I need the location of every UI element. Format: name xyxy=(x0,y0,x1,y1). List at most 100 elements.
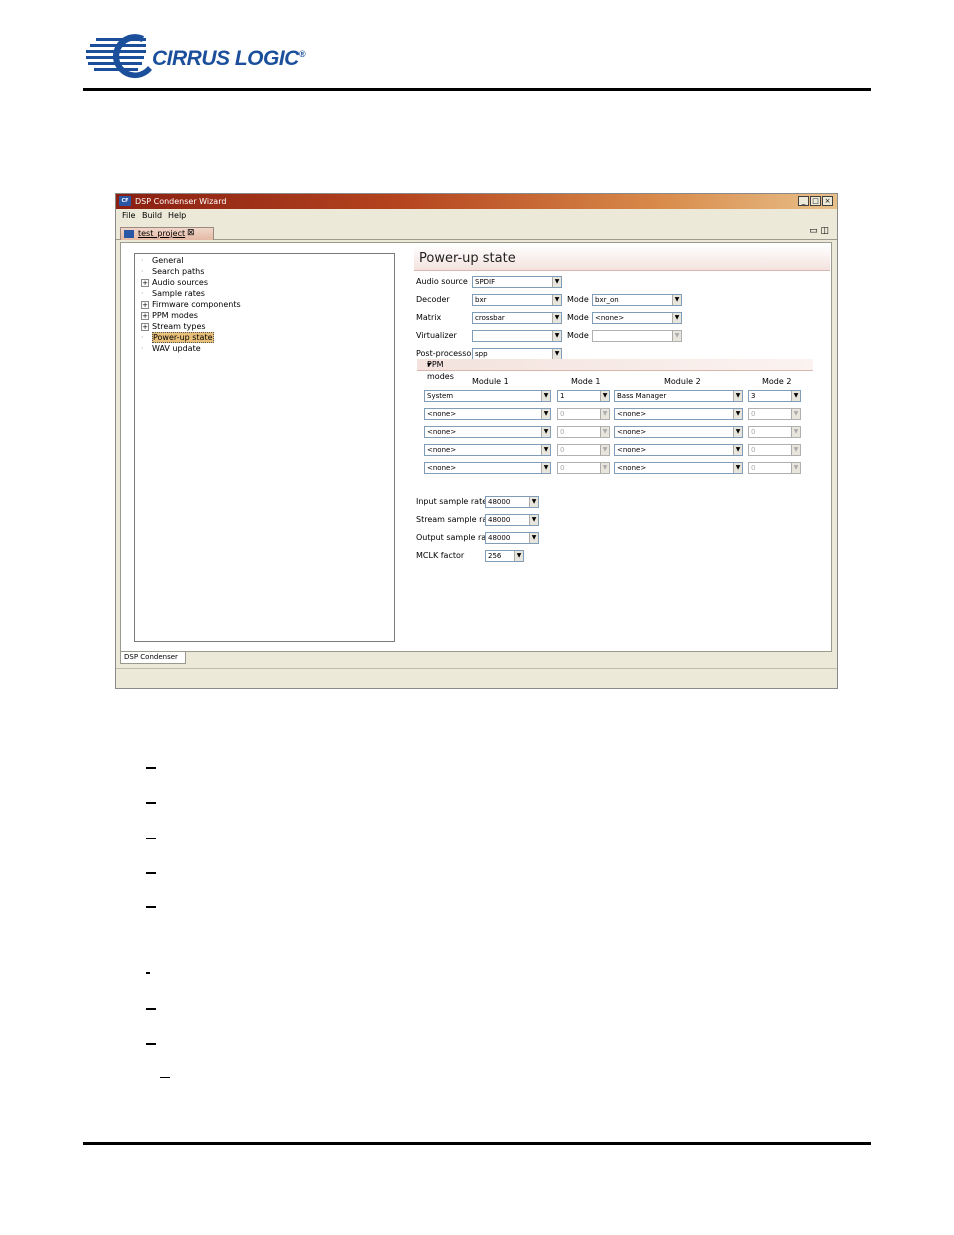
mclk-select[interactable]: 256 ▼ xyxy=(485,550,524,562)
bullet-mark xyxy=(146,802,156,804)
post-processor-label: Post-processor xyxy=(416,349,475,358)
ppm-module1-select[interactable]: <none> ▼ xyxy=(424,462,551,474)
menu-build[interactable]: Build xyxy=(142,210,162,222)
dropdown-arrow-icon: ▼ xyxy=(672,295,681,305)
ppm-mode2-select[interactable]: 0 ▼ xyxy=(748,408,801,420)
title-bar[interactable]: CF DSP Condenser Wizard _ □ × xyxy=(116,194,837,209)
ppm-mode1-select[interactable]: 0 ▼ xyxy=(557,462,610,474)
editor-tab-test-project[interactable]: test_project ⊠ xyxy=(120,227,214,240)
footer-rule xyxy=(83,1142,871,1145)
tree-item-power-up-state[interactable]: · Power-up state xyxy=(141,332,214,343)
status-bar xyxy=(116,668,837,688)
audio-source-select[interactable]: SPDIF ▼ xyxy=(472,276,562,288)
ppm-module2-select[interactable]: <none> ▼ xyxy=(614,426,743,438)
ppm-mode2-select[interactable]: 0 ▼ xyxy=(748,462,801,474)
ppm-module1-select[interactable]: <none> ▼ xyxy=(424,408,551,420)
ppm-module2-select[interactable]: <none> ▼ xyxy=(614,444,743,456)
editor-content: · General · Search paths + Audio sources · S… xyxy=(120,242,832,652)
bullet-mark xyxy=(146,872,156,874)
decoder-select[interactable]: bxr ▼ xyxy=(472,294,562,306)
logo-wordmark: CIRRUS LOGIC® xyxy=(152,47,305,70)
matrix-select[interactable]: crossbar ▼ xyxy=(472,312,562,324)
tab-close-icon[interactable]: ⊠ xyxy=(187,227,195,239)
dropdown-arrow-icon: ▼ xyxy=(552,295,561,305)
dropdown-arrow-icon: ▼ xyxy=(552,349,561,359)
dropdown-arrow-icon: ▼ xyxy=(672,331,681,341)
dropdown-arrow-icon: ▼ xyxy=(552,277,561,287)
expand-icon[interactable]: + xyxy=(141,311,149,320)
bullet-mark xyxy=(146,838,156,839)
tree-item-search-paths[interactable]: · Search paths xyxy=(141,266,204,277)
editor-tab-bar: test_project ⊠ ▭ ◫ xyxy=(116,224,837,240)
ppm-module2-select[interactable]: <none> ▼ xyxy=(614,462,743,474)
matrix-mode-label: Mode xyxy=(567,313,589,322)
maximize-icon[interactable]: □ xyxy=(810,196,821,206)
page-title: Power-up state xyxy=(419,251,516,266)
output-rate-label: Output sample rate xyxy=(416,533,495,542)
audio-source-label: Audio source xyxy=(416,277,468,286)
tree-item-stream-types[interactable]: + Stream types xyxy=(141,321,206,332)
virtualizer-label: Virtualizer xyxy=(416,331,457,340)
ppm-module2-select[interactable]: Bass Manager ▼ xyxy=(614,390,743,402)
ppm-module1-select[interactable]: System ▼ xyxy=(424,390,551,402)
ppm-mode2-select[interactable]: 0 ▼ xyxy=(748,426,801,438)
ppm-mode2-select[interactable]: 3 ▼ xyxy=(748,390,801,402)
expand-icon[interactable]: + xyxy=(141,300,149,309)
ppm-mode1-select[interactable]: 0 ▼ xyxy=(557,408,610,420)
expand-icon[interactable]: + xyxy=(141,278,149,287)
ppm-mode1-select[interactable]: 0 ▼ xyxy=(557,426,610,438)
app-icon: CF xyxy=(119,196,131,206)
dropdown-arrow-icon: ▼ xyxy=(552,331,561,341)
maximize-view-icon[interactable]: ◫ xyxy=(820,226,829,236)
editor-tab-label: test_project xyxy=(138,229,186,238)
output-rate-select[interactable]: 48000 ▼ xyxy=(485,532,539,544)
close-icon[interactable]: × xyxy=(822,196,833,206)
bullet-mark xyxy=(146,1043,156,1045)
virtualizer-mode-select[interactable]: ▼ xyxy=(592,330,682,342)
bullet-mark xyxy=(146,767,156,769)
bullet-mark xyxy=(146,906,156,908)
column-header-mode2: Mode 2 xyxy=(762,377,792,386)
tree-item-wav-update[interactable]: · WAV update xyxy=(141,343,201,354)
dropdown-arrow-icon: ▼ xyxy=(552,313,561,323)
mclk-label: MCLK factor xyxy=(416,551,465,560)
column-header-module1: Module 1 xyxy=(472,377,509,386)
matrix-mode-select[interactable]: <none> ▼ xyxy=(592,312,682,324)
app-window: CF DSP Condenser Wizard _ □ × File Build… xyxy=(115,193,838,689)
menu-bar: File Build Help xyxy=(116,210,837,222)
tree-item-audio-sources[interactable]: + Audio sources xyxy=(141,277,208,288)
input-rate-label: Input sample rate xyxy=(416,497,488,506)
tree-item-ppm-modes[interactable]: + PPM modes xyxy=(141,310,198,321)
tree-item-firmware-components[interactable]: + Firmware components xyxy=(141,299,241,310)
decoder-mode-label: Mode xyxy=(567,295,589,304)
virtualizer-mode-label: Mode xyxy=(567,331,589,340)
minimize-view-icon[interactable]: ▭ xyxy=(809,226,818,236)
window-title: DSP Condenser Wizard xyxy=(135,197,227,206)
expand-icon[interactable]: + xyxy=(141,322,149,331)
ppm-mode1-select[interactable]: 0 ▼ xyxy=(557,444,610,456)
tree-item-general[interactable]: · General xyxy=(141,255,184,266)
header-rule xyxy=(83,88,871,91)
bullet-mark xyxy=(160,1077,170,1078)
column-header-module2: Module 2 xyxy=(664,377,701,386)
menu-help[interactable]: Help xyxy=(168,210,186,222)
stream-rate-select[interactable]: 48000 ▼ xyxy=(485,514,539,526)
menu-file[interactable]: File xyxy=(122,210,135,222)
decoder-mode-select[interactable]: bxr_on ▼ xyxy=(592,294,682,306)
ppm-modes-section[interactable]: ▾ PPM modes xyxy=(417,359,813,381)
minimize-icon[interactable]: _ xyxy=(798,196,809,206)
dropdown-arrow-icon: ▼ xyxy=(672,313,681,323)
virtualizer-select[interactable]: ▼ xyxy=(472,330,562,342)
bullet-mark xyxy=(146,972,150,974)
tree-item-sample-rates[interactable]: · Sample rates xyxy=(141,288,205,299)
view-tab-dsp-condenser[interactable]: DSP Condenser xyxy=(120,652,186,664)
ppm-mode1-select[interactable]: 1 ▼ xyxy=(557,390,610,402)
ppm-module2-select[interactable]: <none> ▼ xyxy=(614,408,743,420)
ppm-module1-select[interactable]: <none> ▼ xyxy=(424,444,551,456)
ppm-mode2-select[interactable]: 0 ▼ xyxy=(748,444,801,456)
input-rate-select[interactable]: 48000 ▼ xyxy=(485,496,539,508)
form-header: Power-up state xyxy=(414,245,830,271)
ppm-module1-select[interactable]: <none> ▼ xyxy=(424,426,551,438)
column-header-mode1: Mode 1 xyxy=(571,377,601,386)
bullet-mark xyxy=(146,1008,156,1010)
